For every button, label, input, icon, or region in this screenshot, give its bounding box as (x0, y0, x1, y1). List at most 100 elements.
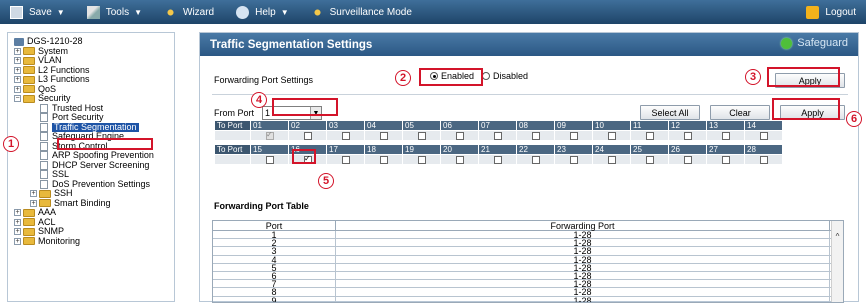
logout-button[interactable]: Logout (806, 0, 856, 24)
port-checkbox[interactable] (494, 132, 502, 140)
help-icon (236, 6, 249, 19)
forwarding-port-cell: 1-28 (336, 231, 830, 238)
port-number-label: 24 (593, 145, 631, 155)
port-checkbox[interactable] (646, 156, 654, 164)
port-checkbox[interactable] (570, 132, 578, 140)
port-checkbox[interactable] (456, 156, 464, 164)
port-checkbox[interactable] (722, 156, 730, 164)
annotation-number-5: 5 (318, 173, 334, 189)
tools-menu[interactable]: Tools ▼ (87, 0, 142, 24)
tree-item-monitoring[interactable]: +Monitoring (14, 237, 174, 247)
collapse-icon[interactable]: − (14, 95, 21, 102)
port-number-label: 22 (517, 145, 555, 155)
chevron-down-icon: ▼ (134, 8, 142, 17)
disabled-radio[interactable] (482, 72, 490, 80)
port-checkbox[interactable] (684, 132, 692, 140)
port-checkbox-cell (555, 155, 593, 165)
switch-icon (14, 38, 24, 46)
port-number-label: 18 (365, 145, 403, 155)
port-checkbox[interactable] (532, 132, 540, 140)
expand-icon[interactable]: + (14, 219, 21, 226)
port-checkbox[interactable] (570, 156, 578, 164)
expand-icon[interactable]: + (14, 48, 21, 55)
clear-button[interactable]: Clear (710, 105, 770, 120)
expand-icon[interactable]: + (14, 76, 21, 83)
tree-item-dhcp-screening[interactable]: DHCP Server Screening (14, 161, 174, 171)
port-checkbox[interactable] (380, 132, 388, 140)
annotation-box-2 (419, 68, 483, 86)
tools-icon (87, 6, 100, 19)
page-icon (40, 161, 48, 170)
port-checkbox-cell (707, 131, 745, 141)
expand-icon[interactable]: + (14, 67, 21, 74)
column-header-port: Port (213, 221, 336, 230)
port-checkbox[interactable] (684, 156, 692, 164)
expand-icon[interactable]: + (14, 228, 21, 235)
port-cell: 7 (213, 280, 336, 287)
port-checkbox[interactable] (532, 156, 540, 164)
annotation-box-6 (772, 98, 840, 120)
expand-icon[interactable]: + (14, 86, 21, 93)
port-number-label: 26 (669, 145, 707, 155)
table-row: 31-28 (213, 247, 843, 255)
page-icon (40, 180, 48, 189)
select-all-button[interactable]: Select All (640, 105, 700, 120)
save-menu[interactable]: Save ▼ (10, 0, 65, 24)
surveillance-mode-menu[interactable]: Surveillance Mode (311, 0, 412, 24)
port-checkbox-cell (669, 131, 707, 141)
port-checkbox[interactable] (266, 156, 274, 164)
port-number-label: 09 (555, 121, 593, 131)
port-checkbox-cell (441, 155, 479, 165)
folder-icon (23, 57, 35, 65)
port-checkbox-cell (365, 155, 403, 165)
annotation-number-3: 3 (745, 69, 761, 85)
port-number-label: 05 (403, 121, 441, 131)
port-checkbox-cell (631, 155, 669, 165)
port-checkbox[interactable] (760, 132, 768, 140)
port-checkbox[interactable] (646, 132, 654, 140)
folder-icon (23, 95, 35, 103)
wizard-menu[interactable]: Wizard (164, 0, 214, 24)
port-checkbox[interactable] (342, 132, 350, 140)
table-scrollbar[interactable]: ^ (831, 221, 843, 302)
port-checkbox-cell (479, 131, 517, 141)
port-checkbox-cell (327, 131, 365, 141)
safeguard-indicator: Safeguard (781, 37, 848, 49)
port-cell: 3 (213, 247, 336, 254)
expand-icon[interactable]: + (30, 190, 37, 197)
expand-icon[interactable]: + (30, 200, 37, 207)
page-icon (40, 151, 48, 160)
port-number-label: 07 (479, 121, 517, 131)
port-cell: 2 (213, 239, 336, 246)
expand-icon[interactable]: + (14, 57, 21, 64)
port-checkbox-cell (745, 155, 783, 165)
port-cell: 4 (213, 256, 336, 263)
port-checkbox[interactable] (722, 132, 730, 140)
page-title: Traffic Segmentation Settings (210, 39, 372, 51)
table-row: 51-28 (213, 264, 843, 272)
port-number-label: 15 (251, 145, 289, 155)
help-menu[interactable]: Help ▼ (236, 0, 289, 24)
expand-icon[interactable]: + (14, 209, 21, 216)
port-checkbox[interactable] (760, 156, 768, 164)
port-checkbox[interactable] (456, 132, 464, 140)
expand-icon[interactable]: + (14, 238, 21, 245)
port-checkbox[interactable] (608, 156, 616, 164)
forwarding-port-cell: 1-28 (336, 288, 830, 295)
port-checkbox[interactable] (418, 132, 426, 140)
port-checkbox[interactable] (342, 156, 350, 164)
port-checkbox[interactable] (418, 156, 426, 164)
annotation-box-4 (272, 98, 338, 116)
port-checkbox-cell (403, 155, 441, 165)
from-port-label: From Port (214, 108, 254, 118)
port-checkbox[interactable] (304, 132, 312, 140)
port-checkbox[interactable] (494, 156, 502, 164)
port-checkbox[interactable] (608, 132, 616, 140)
port-checkbox-cell (479, 155, 517, 165)
scroll-up-icon[interactable]: ^ (832, 232, 843, 241)
tree-item-dos-prevention[interactable]: DoS Prevention Settings (14, 180, 174, 190)
port-checkbox[interactable] (380, 156, 388, 164)
port-checkbox[interactable] (266, 132, 274, 140)
port-cell: 9 (213, 297, 336, 303)
folder-icon (23, 85, 35, 93)
